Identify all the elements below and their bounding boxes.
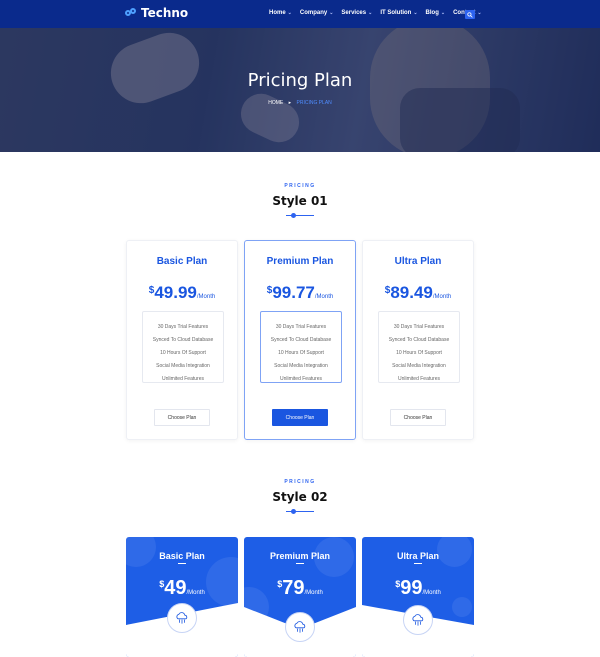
page-hero-banner: Pricing Plan HOME ▸ PRICING PLAN <box>0 28 600 152</box>
top-navbar: Techno Home ⌄ Company ⌄ Services ⌄ IT Solut… <box>0 0 600 28</box>
nav-label: IT Solution <box>380 10 412 16</box>
plan-price: $89.49/Month <box>384 283 452 302</box>
feature-list: 30 Days Trial Features Synced To Cloud D… <box>378 311 460 383</box>
plan-price: $99.77/Month <box>266 283 334 302</box>
nav-label: Home <box>269 10 286 16</box>
chevron-down-icon: ⌄ <box>329 10 334 16</box>
feature-item: 30 Days Trial Features <box>157 324 209 330</box>
feature-item: Synced To Cloud Database <box>270 337 332 343</box>
chevron-down-icon: ⌄ <box>477 10 482 16</box>
logo-icon <box>125 8 138 18</box>
plan-name: Basic Plan <box>159 551 205 561</box>
chevron-down-icon: ⌄ <box>440 10 446 16</box>
search-icon <box>467 11 473 18</box>
plan-price: $79/Month <box>277 577 323 599</box>
pricing-card-basic: Basic Plan $49.99/Month 30 Days Trial Fe… <box>126 240 238 440</box>
breadcrumb: HOME ▸ PRICING PLAN <box>0 100 600 106</box>
nav-item-it-solution[interactable]: IT Solution ⌄ <box>380 10 417 16</box>
section-tag: PRICING <box>284 479 316 485</box>
feature-list: 30 Days Trial Features Synced To Cloud D… <box>142 311 224 383</box>
feature-list: 30 Days Trial Features Synced To Cloud D… <box>260 311 342 383</box>
feature-item: Unlimited Features <box>280 376 322 382</box>
section-title: Style 01 <box>272 194 328 208</box>
search-button[interactable] <box>465 10 475 19</box>
pricing-card-ultra: Ultra Plan $89.49/Month 30 Days Trial Fe… <box>362 240 474 440</box>
feature-item: Synced To Cloud Database <box>388 337 450 343</box>
plan-name: Ultra Plan <box>394 256 442 267</box>
choose-plan-button[interactable]: Choose Plan <box>154 409 210 426</box>
plan-name: Premium Plan <box>269 551 331 561</box>
breadcrumb-separator-icon: ▸ <box>288 100 292 106</box>
feature-item: Unlimited Features <box>398 376 440 382</box>
main-menu: Home ⌄ Company ⌄ Services ⌄ IT Solution ⌄ Bl… <box>269 10 482 16</box>
pricing-card-premium-style2: Premium Plan $79/Month <box>244 537 356 657</box>
feature-item: Synced To Cloud Database <box>152 337 214 343</box>
chevron-down-icon: ⌄ <box>287 10 292 16</box>
plan-name: Ultra Plan <box>396 551 439 561</box>
feature-item: Unlimited Features <box>162 376 204 382</box>
feature-item: Social Media Integration <box>156 363 210 369</box>
section-divider <box>286 509 314 514</box>
nav-item-blog[interactable]: Blog ⌄ <box>426 10 446 16</box>
plan-price: $49.99/Month <box>148 283 216 302</box>
feature-item: Social Media Integration <box>392 363 446 369</box>
nav-label: Blog <box>425 10 439 16</box>
plan-name: Premium Plan <box>266 256 334 267</box>
pricing-card-premium: Premium Plan $99.77/Month 30 Days Trial … <box>244 240 356 440</box>
pricing-card-ultra-style2: Ultra Plan $99/Month <box>362 537 474 657</box>
choose-plan-button[interactable]: Choose Plan <box>390 409 446 426</box>
plan-price: $99/Month <box>395 577 441 599</box>
nav-item-services[interactable]: Services ⌄ <box>341 10 372 16</box>
feature-item: 30 Days Trial Features <box>393 324 445 330</box>
feature-item: 30 Days Trial Features <box>275 324 327 330</box>
pricing-card-basic-style2: Basic Plan $49/Month <box>126 537 238 657</box>
nav-label: Services <box>341 10 367 16</box>
feature-item: Social Media Integration <box>274 363 328 369</box>
section-divider <box>286 213 314 218</box>
brand-logo[interactable]: Techno <box>125 6 188 20</box>
choose-plan-button[interactable]: Choose Plan <box>272 409 328 426</box>
plan-price: $49/Month <box>159 577 205 599</box>
section-tag: PRICING <box>284 183 316 189</box>
breadcrumb-home[interactable]: HOME <box>268 100 283 106</box>
chevron-down-icon: ⌄ <box>413 10 418 16</box>
plan-name: Basic Plan <box>156 256 208 267</box>
nav-label: Company <box>299 10 328 16</box>
page-title: Pricing Plan <box>247 70 353 91</box>
section-title: Style 02 <box>272 490 328 504</box>
nav-item-company[interactable]: Company ⌄ <box>300 10 334 16</box>
feature-item: 10 Hours Of Support <box>278 350 324 356</box>
nav-item-home[interactable]: Home ⌄ <box>269 10 292 16</box>
chevron-down-icon: ⌄ <box>368 10 373 16</box>
feature-item: 10 Hours Of Support <box>396 350 442 356</box>
cloud-icon <box>285 612 315 642</box>
feature-item: 10 Hours Of Support <box>160 350 206 356</box>
cloud-icon <box>403 605 433 635</box>
cloud-icon <box>167 603 197 633</box>
breadcrumb-current: PRICING PLAN <box>296 100 332 106</box>
brand-name: Techno <box>141 6 189 20</box>
